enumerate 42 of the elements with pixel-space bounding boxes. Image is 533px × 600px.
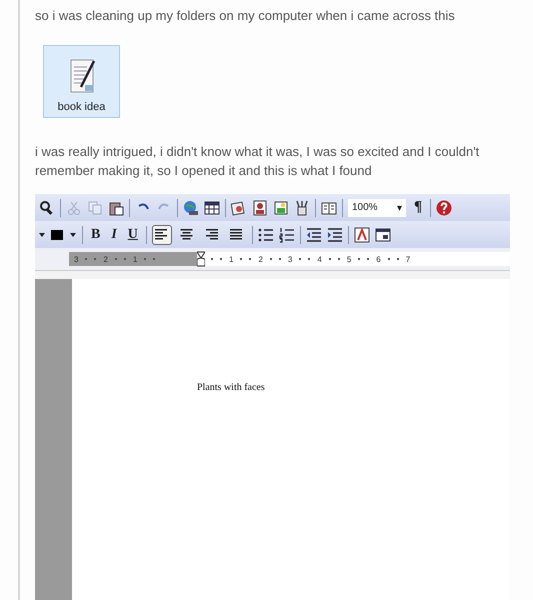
document-text: Plants with faces (197, 382, 265, 393)
post-text: i was really intrigued, i didn't know what it was, I was so excited and I couldn't remember making it, so I opened it and this is what I found (35, 143, 480, 180)
increase-indent-icon[interactable] (326, 226, 343, 242)
brush-cup-icon[interactable] (294, 200, 310, 216)
paste-icon[interactable] (108, 200, 124, 216)
ruler-number: 1 (132, 254, 138, 264)
ruler-number: 3 (74, 254, 78, 264)
file-name: book idea (58, 101, 106, 113)
help-icon[interactable] (436, 200, 452, 216)
image-icon[interactable] (273, 200, 289, 216)
align-left-button[interactable] (152, 224, 172, 244)
file-tile[interactable]: book idea (43, 45, 120, 118)
decrease-indent-icon[interactable] (306, 226, 322, 242)
post-text: so i was cleaning up my folders on my computer when i came across this (35, 7, 456, 25)
highlight-icon[interactable] (354, 226, 370, 242)
indent-marker-icon[interactable] (197, 251, 205, 267)
ruler-number: 5 (346, 254, 352, 264)
numbered-list-icon[interactable] (278, 226, 295, 242)
zoom-dropdown[interactable]: 100% ▾ (348, 198, 406, 216)
ruler-number: 2 (103, 254, 108, 264)
align-lines-icon (230, 228, 244, 240)
bulleted-list-icon[interactable] (258, 226, 274, 242)
magnifier-icon[interactable] (39, 200, 55, 216)
bold-button[interactable]: B (88, 226, 104, 242)
align-lines-icon (205, 228, 218, 240)
align-lines-icon (180, 228, 194, 240)
frame-icon[interactable] (374, 226, 391, 242)
align-lines-icon (155, 228, 168, 240)
table-icon[interactable] (204, 200, 220, 216)
ruler-number: 2 (258, 254, 263, 264)
show-formatting-button[interactable]: ¶ (411, 199, 426, 216)
ruler-number: 7 (406, 254, 410, 264)
globe-icon[interactable] (183, 200, 199, 216)
clipart-icon[interactable] (231, 200, 247, 216)
book-icon[interactable] (321, 200, 337, 216)
ruler-number: 4 (317, 254, 322, 264)
ruler-number: 6 (376, 254, 381, 264)
underline-button[interactable]: U (124, 226, 141, 242)
ruler-number: 3 (288, 254, 292, 264)
ruler-number: 1 (229, 254, 234, 264)
italic-button[interactable]: I (108, 226, 120, 242)
portrait-icon[interactable] (252, 200, 268, 216)
